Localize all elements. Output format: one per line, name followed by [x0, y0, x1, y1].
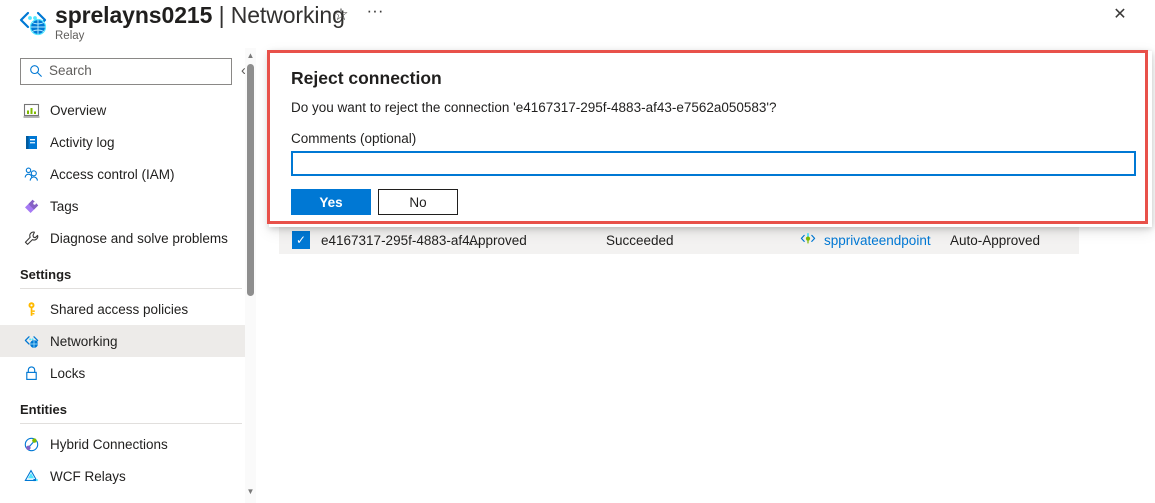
- sidebar-item-activity-log[interactable]: Activity log: [0, 126, 256, 158]
- no-button[interactable]: No: [378, 189, 458, 215]
- sidebar-item-label: Hybrid Connections: [50, 436, 168, 452]
- cell-description: Auto-Approved: [950, 232, 1041, 248]
- blade-header: sprelayns0215 | Networking Relay ☆ ··· ✕: [0, 0, 1155, 48]
- blade-sidebar: Search « Overview: [0, 48, 256, 503]
- sidebar-nav: Overview Activity log Access control (IA…: [0, 94, 256, 492]
- yes-button[interactable]: Yes: [291, 189, 371, 215]
- sidebar-group-heading: Entities: [20, 402, 67, 417]
- cell-connection-state: Approved: [469, 232, 527, 248]
- search-icon: [29, 64, 43, 78]
- networking-icon: [22, 332, 40, 350]
- cell-connection-name: e4167317-295f-4883-af4...: [321, 232, 481, 248]
- key-icon: [22, 300, 40, 318]
- lock-icon: [22, 364, 40, 382]
- scrollbar-thumb[interactable]: [247, 64, 254, 296]
- sidebar-item-networking[interactable]: Networking: [0, 325, 256, 357]
- sidebar-item-label: Overview: [50, 102, 107, 118]
- close-icon[interactable]: ✕: [1108, 3, 1132, 27]
- comments-input[interactable]: [291, 151, 1136, 176]
- tags-icon: [22, 197, 40, 215]
- sidebar-item-label: Shared access policies: [50, 301, 189, 317]
- ellipsis-icon[interactable]: ···: [364, 2, 386, 23]
- sidebar-item-locks[interactable]: Locks: [0, 357, 256, 389]
- page-title: sprelayns0215 | Networking Relay: [55, 0, 345, 43]
- sidebar-item-label: WCF Relays: [50, 468, 126, 484]
- hybrid-connections-icon: [22, 435, 40, 453]
- sidebar-item-label: Networking: [50, 333, 118, 349]
- sidebar-divider: [20, 423, 242, 424]
- azure-portal-blade: sprelayns0215 | Networking Relay ☆ ··· ✕…: [0, 0, 1155, 503]
- relay-icon: [16, 5, 50, 39]
- sidebar-item-overview[interactable]: Overview: [0, 94, 256, 126]
- sidebar-item-hybrid-connections[interactable]: Hybrid Connections: [0, 428, 256, 460]
- cell-private-endpoint-link[interactable]: spprivateendpoint: [824, 233, 950, 248]
- sidebar-item-label: Access control (IAM): [50, 166, 175, 182]
- blade-content: ✓ e4167317-295f-4883-af4... Approved Suc…: [257, 48, 1155, 503]
- sidebar-item-diagnose[interactable]: Diagnose and solve problems: [0, 222, 256, 254]
- access-control-icon: [22, 165, 40, 183]
- page-name: Networking: [230, 2, 345, 28]
- sidebar-item-tags[interactable]: Tags: [0, 190, 256, 222]
- resource-type-subtitle: Relay: [55, 30, 85, 42]
- star-icon[interactable]: ☆: [331, 5, 351, 25]
- sidebar-item-wcf-relays[interactable]: WCF Relays: [0, 460, 256, 492]
- comments-label: Comments (optional): [291, 131, 417, 146]
- sidebar-item-shared-access-policies[interactable]: Shared access policies: [0, 293, 256, 325]
- scroll-up-arrow[interactable]: ▲: [245, 49, 256, 62]
- sidebar-divider: [20, 288, 242, 289]
- cell-provisioning-state: Succeeded: [606, 232, 674, 248]
- sidebar-group-heading: Settings: [20, 267, 72, 282]
- sidebar-item-label: Diagnose and solve problems: [50, 230, 228, 246]
- sidebar-item-label: Activity log: [50, 134, 115, 150]
- resource-name: sprelayns0215: [55, 2, 213, 28]
- sidebar-scrollbar[interactable]: ▲ ▼: [245, 48, 256, 503]
- dialog-message: Do you want to reject the connection 'e4…: [291, 100, 777, 115]
- title-separator: |: [218, 2, 225, 28]
- sidebar-search-row: Search «: [0, 58, 256, 86]
- scroll-down-arrow[interactable]: ▼: [245, 485, 256, 498]
- private-endpoint-icon: [799, 232, 817, 248]
- reject-connection-dialog: Reject connection Do you want to reject …: [267, 50, 1148, 224]
- search-placeholder: Search: [49, 63, 92, 78]
- sidebar-item-label: Tags: [50, 198, 79, 214]
- overview-icon: [22, 101, 40, 119]
- sidebar-item-access-control[interactable]: Access control (IAM): [0, 158, 256, 190]
- search-input[interactable]: Search: [20, 58, 232, 85]
- activity-log-icon: [22, 133, 40, 151]
- dialog-title: Reject connection: [291, 68, 442, 88]
- wcf-relays-icon: [22, 467, 40, 485]
- row-checkbox[interactable]: ✓: [292, 231, 310, 249]
- table-row[interactable]: ✓ e4167317-295f-4883-af4... Approved Suc…: [279, 226, 1079, 254]
- wrench-icon: [22, 229, 40, 247]
- sidebar-item-label: Locks: [50, 365, 86, 381]
